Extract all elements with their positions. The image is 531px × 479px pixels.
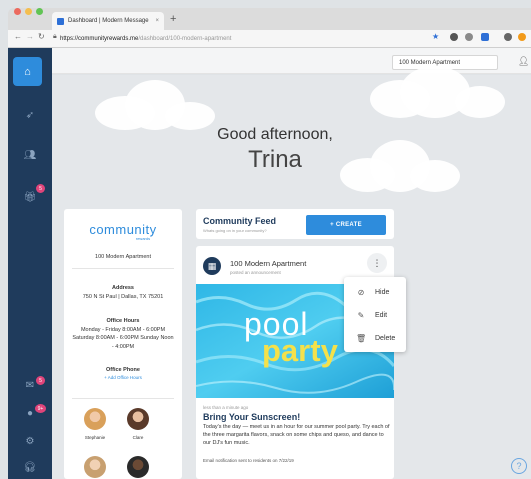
staff-name: Stephanie (84, 435, 106, 440)
rewards-badge: 5 (36, 184, 45, 193)
divider (72, 268, 174, 269)
nav-rocket-icon[interactable]: ➶ (8, 110, 52, 121)
new-tab-button[interactable]: + (170, 13, 176, 25)
notifications-badge: 9+ (35, 404, 46, 413)
bookmark-star-icon[interactable]: ★ (432, 32, 439, 41)
create-post-button[interactable]: + CREATE (306, 215, 386, 235)
url-host: https://communityrewards.me (60, 36, 139, 42)
lock-icon: 🔒︎ (53, 33, 57, 40)
post-author[interactable]: 100 Modern Apartment (230, 259, 306, 268)
nav-home-button[interactable]: ⌂ (13, 57, 42, 86)
nav-settings-icon[interactable]: ⚙ (8, 436, 52, 447)
staff-name: Clare (132, 435, 144, 440)
office-hours-label: Office Hours (106, 318, 140, 324)
more-vertical-icon: ⋮ (372, 257, 382, 268)
extension-icon-3[interactable] (481, 33, 489, 41)
staff-avatar[interactable] (84, 408, 106, 430)
property-name: 100 Modern Apartment (95, 254, 151, 260)
user-account-icon[interactable]: 👤︎ (518, 56, 529, 67)
extension-icon-1[interactable] (450, 33, 458, 41)
building-icon: ▦ (203, 257, 221, 275)
home-icon: ⌂ (24, 65, 31, 78)
back-icon[interactable]: ← (14, 32, 22, 41)
post-author-sub: posted an announcement (230, 270, 281, 275)
post-time: less than a minute ago (203, 405, 249, 410)
post-title: Bring Your Sunscreen! (203, 412, 301, 422)
post-notification: Email notification sent to residents on … (203, 458, 294, 463)
add-office-hours-link[interactable]: + Add Office Hours (64, 375, 182, 380)
window-close-button[interactable] (14, 8, 21, 15)
extension-icon-5[interactable] (518, 33, 526, 41)
nav-support-icon[interactable]: 🎧︎ (8, 462, 52, 473)
image-text-party: party (262, 333, 338, 368)
community-logo-sub: rewards (135, 236, 151, 241)
pencil-icon: ✎ (357, 311, 365, 320)
address-label: Address (111, 285, 134, 291)
cloud-decoration (455, 86, 505, 118)
cloud-decoration (410, 160, 460, 192)
window-maximize-button[interactable] (36, 8, 43, 15)
help-icon[interactable]: ? (511, 458, 527, 474)
post-options-button[interactable]: ⋮ (367, 253, 387, 273)
menu-item-delete[interactable]: 🗑︎ Delete (356, 334, 395, 343)
nav-messages-icon[interactable]: ✉ (8, 380, 52, 391)
tab-close-icon[interactable]: × (155, 18, 159, 24)
extension-icon-2[interactable] (465, 33, 473, 41)
messages-badge: 5 (36, 376, 45, 385)
menu-item-label: Delete (375, 335, 396, 342)
address-value: 750 N St Paul | Dallas, TX 75201 (82, 294, 164, 300)
nav-rewards-icon[interactable]: 🎁︎ (8, 192, 52, 203)
menu-item-label: Hide (375, 289, 390, 296)
trash-icon: 🗑︎ (356, 334, 367, 343)
url-field[interactable]: https://communityrewards.me /dashboard/1… (60, 33, 420, 45)
browser-tab[interactable]: Dashboard | Modern Message × (52, 12, 164, 30)
community-logo: community (89, 222, 157, 237)
staff-avatar[interactable] (127, 456, 149, 478)
tab-title: Dashboard | Modern Message (68, 18, 149, 24)
eye-off-icon: ⊘ (357, 288, 365, 297)
url-path: /dashboard/100-modern-apartment (138, 36, 232, 42)
feed-title: Community Feed (203, 216, 277, 226)
forward-icon[interactable]: → (26, 32, 34, 41)
extension-icon-4[interactable] (504, 33, 512, 41)
reload-icon[interactable]: ↻ (38, 32, 45, 41)
greeting-name: Trina (248, 146, 302, 173)
nav-residents-icon[interactable]: 👥︎ (8, 150, 52, 161)
office-phone-label: Office Phone (106, 367, 140, 373)
divider (72, 398, 174, 399)
staff-avatar[interactable] (127, 408, 149, 430)
menu-item-hide[interactable]: ⊘ Hide (356, 288, 390, 297)
greeting-line: Good afternoon, (217, 126, 333, 143)
menu-item-label: Edit (375, 312, 388, 319)
office-hours-value: Monday - Friday 8:00AM - 6:00PM Saturday… (72, 327, 174, 350)
post-body: Today's the day — meet us in an hour for… (203, 424, 390, 447)
window-minimize-button[interactable] (25, 8, 32, 15)
staff-avatar[interactable] (84, 456, 106, 478)
menu-item-edit[interactable]: ✎ Edit (356, 311, 387, 320)
favicon-icon (57, 17, 64, 25)
feed-subtitle: Whats going on in your community? (203, 228, 267, 233)
